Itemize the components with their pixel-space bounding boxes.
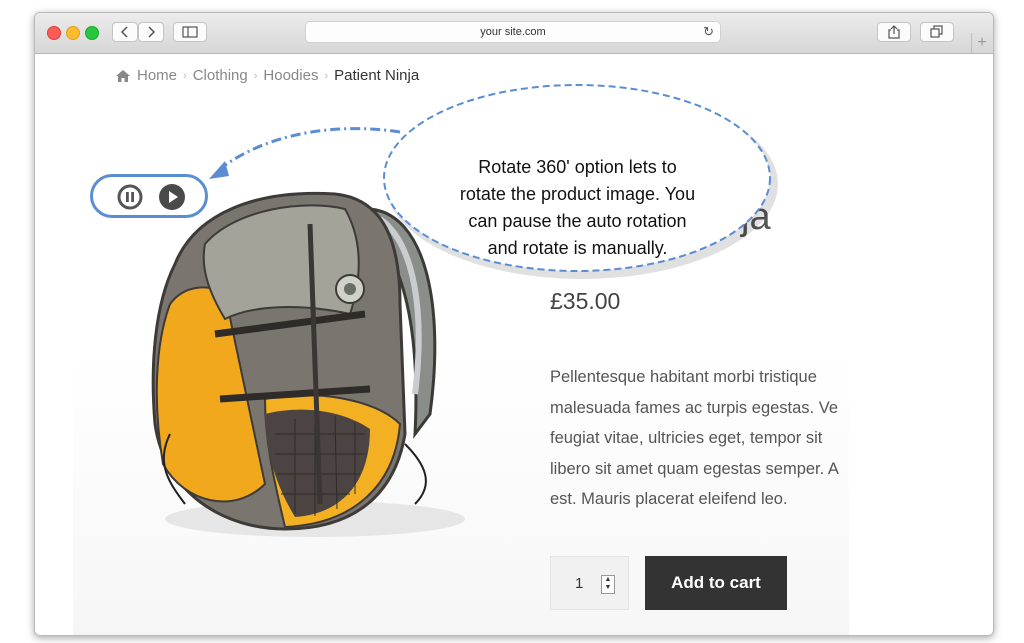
maximize-window-button[interactable] (85, 26, 99, 40)
back-button[interactable] (112, 22, 138, 42)
address-bar[interactable]: your site.com ↻ (305, 21, 721, 43)
share-icon (888, 25, 900, 39)
chevron-right-icon (148, 26, 156, 38)
minimize-window-button[interactable] (66, 26, 80, 40)
tabs-icon (930, 25, 943, 38)
url-text: your site.com (480, 26, 546, 38)
tabs-overview-button[interactable] (920, 22, 954, 42)
page-content: Home › Clothing › Hoodies › Patient Ninj… (35, 54, 993, 635)
sidebar-icon (182, 26, 198, 38)
callout-line: rotate the product image. You (459, 184, 696, 204)
chevron-left-icon (120, 26, 128, 38)
close-window-button[interactable] (47, 26, 61, 40)
forward-button[interactable] (138, 22, 164, 42)
callout-line: Rotate 360' option lets to (478, 157, 677, 177)
browser-window: your site.com ↻ + Home › Clothing › Hood… (34, 12, 994, 636)
browser-titlebar: your site.com ↻ + (35, 13, 993, 54)
callout-line: and rotate is manually. (487, 238, 668, 258)
callout-overlay (209, 84, 778, 279)
sidebar-button[interactable] (173, 22, 207, 42)
callout-line: can pause the auto rotation (468, 211, 687, 231)
reload-icon[interactable]: ↻ (703, 24, 714, 40)
callout-arrow (219, 127, 401, 171)
callout-text: Rotate 360' option lets to rotate the pr… (440, 154, 715, 262)
share-button[interactable] (877, 22, 911, 42)
new-tab-button[interactable]: + (971, 33, 992, 53)
